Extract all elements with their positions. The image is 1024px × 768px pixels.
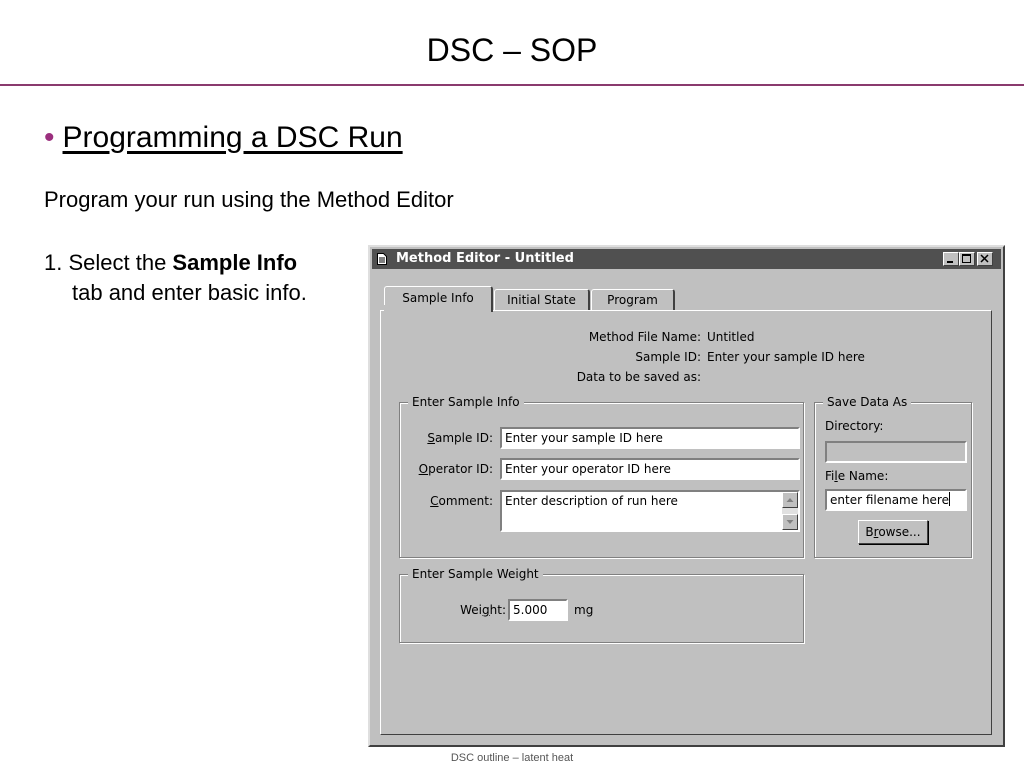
method-editor-window: Method Editor - Untitled Sample Info Ini… [368, 245, 1005, 747]
minimize-button[interactable] [943, 252, 959, 266]
scroll-down-button[interactable] [782, 514, 798, 530]
file-name-field[interactable]: enter filename here [825, 489, 967, 511]
data-saved-label: Data to be saved as: [576, 370, 701, 384]
method-file-value: Untitled [707, 330, 755, 344]
title-bar[interactable]: Method Editor - Untitled [372, 249, 1001, 269]
save-data-group-title: Save Data As [823, 394, 912, 410]
directory-label: Directory: [825, 419, 884, 433]
sample-info-group-title: Enter Sample Info [408, 394, 524, 410]
window-title: Method Editor - Untitled [396, 251, 574, 266]
comment-label-text: omment: [438, 494, 493, 508]
file-name-label-pre: Fi [825, 469, 835, 483]
operator-id-hotkey: O [418, 462, 429, 476]
comment-label: Comment: [430, 493, 493, 509]
document-icon [377, 253, 387, 265]
scroll-up-button[interactable] [782, 492, 798, 508]
weight-label-rest: ht: [489, 603, 506, 617]
text-caret [949, 492, 950, 506]
sample-weight-group-title: Enter Sample Weight [408, 566, 543, 582]
weight-hotkey: g [482, 603, 490, 617]
step-1: 1. Select the Sample Info tab and enter … [44, 248, 307, 308]
method-file-label: Method File Name: [588, 330, 701, 344]
file-name-label: File Name: [825, 468, 888, 484]
operator-id-label: Operator ID: [419, 461, 493, 477]
close-button[interactable] [977, 252, 993, 266]
tab-initial-state[interactable]: Initial State [494, 289, 590, 311]
sample-info-group: Enter Sample Info Sample ID: Enter your … [399, 394, 804, 558]
step-1-bold: Sample Info [172, 250, 298, 275]
close-icon [980, 254, 989, 263]
minimize-icon [947, 261, 953, 263]
sample-id-label: Sample ID: [427, 430, 493, 446]
slide-title: DSC – SOP [426, 32, 598, 68]
arrow-up-icon [786, 498, 794, 502]
browse-label-rest: owse... [878, 525, 921, 539]
slide-footer: DSC outline – latent heat [450, 752, 574, 764]
operator-id-label-text: perator ID: [428, 462, 493, 476]
maximize-button[interactable] [959, 252, 975, 266]
browse-label-pre: B [865, 525, 874, 539]
intro-text: Program your run using the Method Editor [44, 187, 454, 212]
comment-hotkey: C [430, 494, 439, 508]
tab-program[interactable]: Program [591, 289, 675, 311]
file-name-value: enter filename here [830, 493, 949, 507]
sample-id-label-text: ample ID: [434, 431, 493, 445]
step-1-line2: tab and enter basic info. [72, 280, 307, 305]
maximize-icon [962, 254, 971, 263]
weight-field[interactable]: 5.000 [508, 599, 568, 621]
sample-id-field[interactable]: Enter your sample ID here [500, 427, 800, 449]
weight-label: Weight: [460, 602, 506, 618]
comment-scrollbar[interactable] [782, 492, 798, 530]
comment-field[interactable]: Enter description of run here [500, 490, 800, 532]
sample-weight-group: Enter Sample Weight Weight: 5.000 mg [399, 566, 804, 643]
browse-button[interactable]: Browse... [858, 520, 928, 544]
summary-sample-id-label: Sample ID: [635, 350, 701, 364]
sample-info-panel: Method File Name: Untitled Sample ID: En… [380, 310, 992, 735]
heading-text: Programming a DSC Run [62, 121, 403, 154]
operator-id-field[interactable]: Enter your operator ID here [500, 458, 800, 480]
section-heading: • Programming a DSC Run [44, 118, 403, 158]
weight-label-pre: Wei [460, 603, 483, 617]
weight-unit: mg [574, 603, 594, 617]
summary-sample-id-value: Enter your sample ID here [707, 350, 865, 364]
arrow-down-icon [786, 520, 794, 524]
step-1-prefix: 1. Select the [44, 250, 173, 275]
bullet-icon: • [44, 121, 55, 154]
save-data-group: Save Data As Directory: File Name: enter… [814, 394, 972, 558]
directory-field[interactable] [825, 441, 967, 463]
file-name-label-rest: e Name: [837, 469, 889, 483]
sample-id-hotkey: S [427, 431, 435, 445]
active-tab-join [384, 305, 485, 313]
title-divider [0, 84, 1024, 86]
comment-text: Enter description of run here [505, 494, 678, 508]
